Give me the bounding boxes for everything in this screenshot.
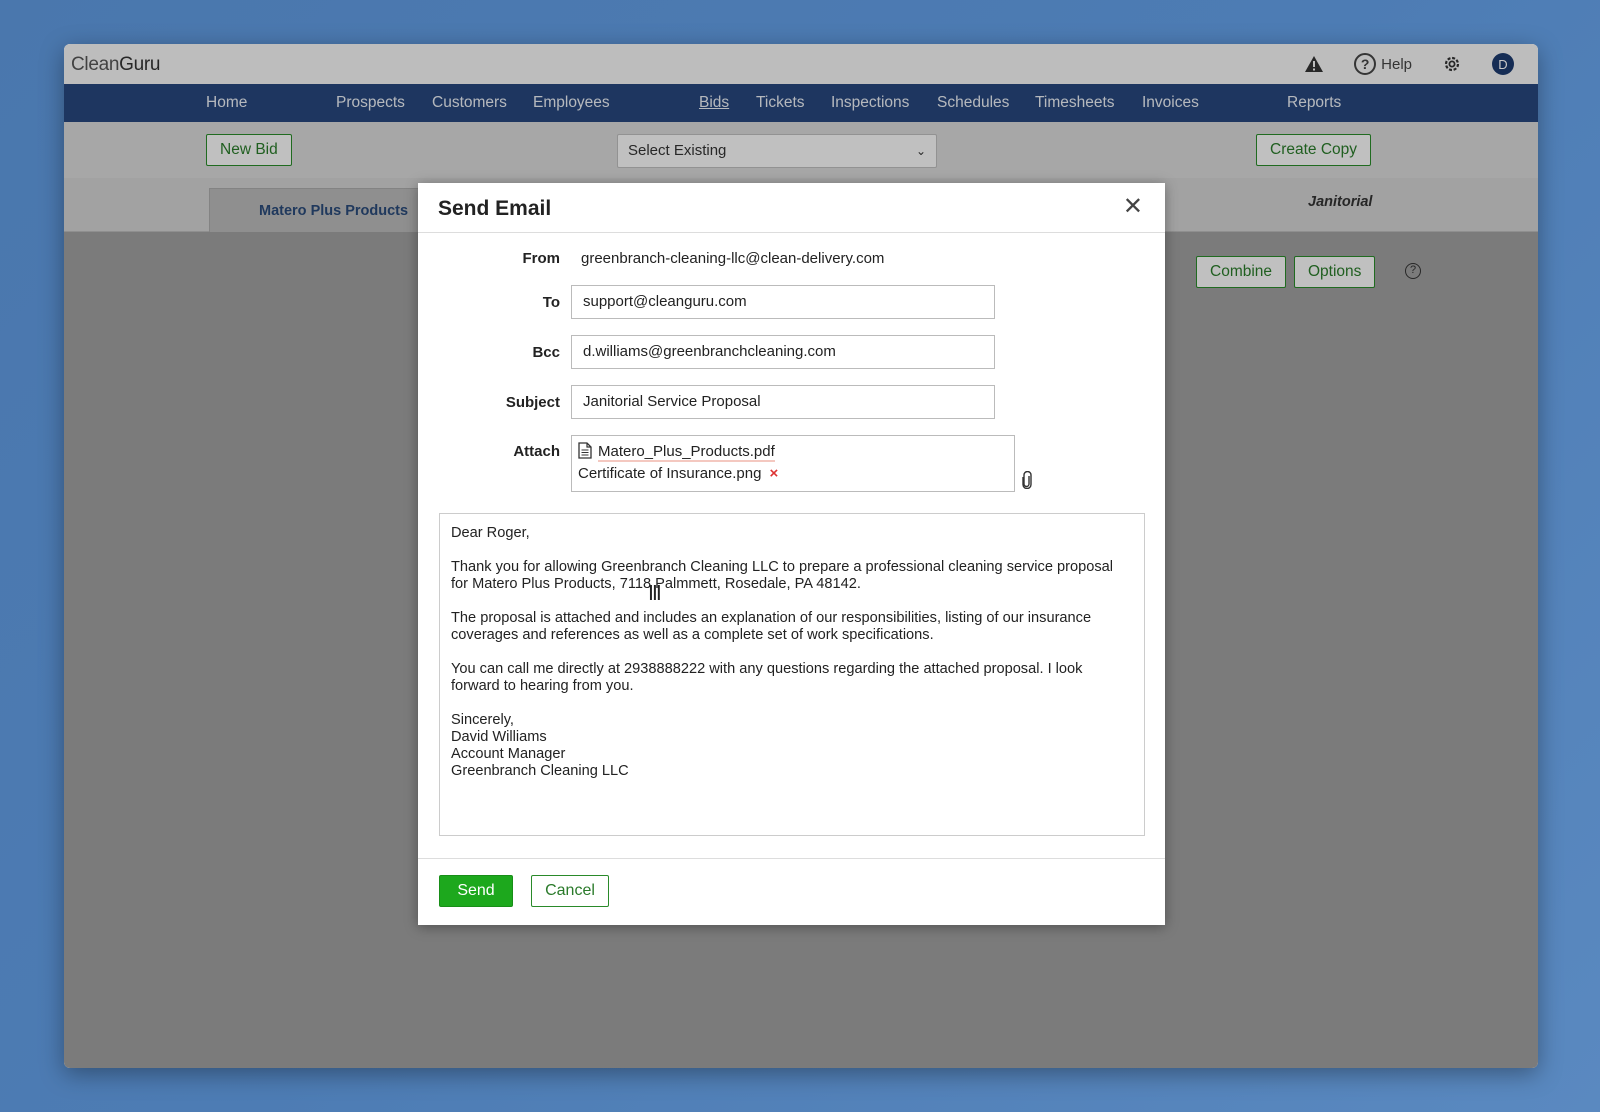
nav-tickets[interactable]: Tickets (756, 94, 805, 112)
bid-toolbar: New Bid Select Existing ⌄ Create Copy (64, 122, 1538, 178)
top-right-controls: ? Help D (1304, 44, 1514, 84)
combine-button[interactable]: Combine (1196, 256, 1287, 288)
tab-matero-plus-products[interactable]: Matero Plus Products (209, 188, 424, 232)
select-existing-dropdown[interactable]: Select Existing ⌄ (617, 134, 937, 168)
help-icon: ? (1354, 53, 1377, 75)
warning-icon[interactable] (1304, 55, 1324, 73)
nav-prospects[interactable]: Prospects (336, 94, 405, 112)
body-paragraph-2: The proposal is attached and includes an… (451, 610, 1092, 643)
signature-line: Account Manager (451, 746, 566, 762)
attachment-name-png: Certificate of Insurance.png (578, 465, 762, 482)
chevron-down-icon: ⌄ (915, 144, 926, 158)
dialog-title: Send Email (438, 197, 552, 220)
from-label: From (522, 250, 561, 267)
body-paragraph-1: Thank you for allowing Greenbranch Clean… (451, 559, 1113, 592)
new-bid-button[interactable]: New Bid (206, 134, 292, 166)
send-button[interactable]: Send (439, 875, 513, 907)
signature-line: Sincerely, (451, 712, 514, 728)
create-copy-button[interactable]: Create Copy (1256, 134, 1372, 166)
nav-timesheets[interactable]: Timesheets (1035, 94, 1115, 112)
nav-home[interactable]: Home (206, 94, 247, 112)
signature-line: David Williams (451, 729, 547, 745)
top-bar: CleanGuru ? Help D (64, 44, 1538, 84)
email-body-editor[interactable]: Dear Roger, Thank you for allowing Green… (439, 513, 1145, 836)
file-icon (578, 442, 592, 463)
select-existing-value: Select Existing (628, 142, 727, 159)
main-nav: Home Prospects Customers Employees Bids … (64, 84, 1538, 122)
body-greeting: Dear Roger, (451, 525, 530, 541)
body-paragraph-3: You can call me directly at 2938888222 w… (451, 661, 1083, 694)
question-icon[interactable]: ? (1405, 263, 1421, 279)
signature-line: Greenbranch Cleaning LLC (451, 763, 629, 779)
nav-schedules[interactable]: Schedules (937, 94, 1009, 112)
subject-label: Subject (505, 394, 560, 411)
dialog-footer: Send Cancel (418, 858, 1165, 925)
to-field[interactable]: support@cleanguru.com (571, 285, 995, 319)
attachment-item[interactable]: Certificate of Insurance.png × (578, 465, 778, 482)
attach-label: Attach (513, 443, 560, 460)
from-value: greenbranch-cleaning-llc@clean-delivery.… (581, 250, 885, 267)
nav-inspections[interactable]: Inspections (831, 94, 909, 112)
gear-icon[interactable] (1442, 54, 1462, 74)
to-label: To (542, 294, 560, 311)
attachment-name-pdf: Matero_Plus_Products.pdf (598, 443, 775, 462)
avatar[interactable]: D (1492, 53, 1514, 75)
close-icon[interactable]: ✕ (1123, 195, 1143, 219)
send-email-dialog: Send Email ✕ From greenbranch-cleaning-l… (418, 183, 1165, 925)
subject-field[interactable]: Janitorial Service Proposal (571, 385, 995, 419)
help-button[interactable]: ? Help (1354, 53, 1412, 75)
text-cursor-icon: Ⅲ (648, 583, 662, 605)
cancel-button[interactable]: Cancel (531, 875, 609, 907)
service-type-label: Janitorial (1308, 194, 1373, 210)
nav-bids[interactable]: Bids (699, 94, 729, 112)
dialog-header: Send Email ✕ (418, 183, 1165, 233)
help-label: Help (1381, 55, 1412, 73)
remove-icon[interactable]: × (769, 465, 778, 482)
logo[interactable]: CleanGuru (71, 54, 161, 76)
options-button[interactable]: Options (1294, 256, 1376, 288)
logo-text-guru: Guru (119, 54, 161, 75)
nav-customers[interactable]: Customers (432, 94, 507, 112)
logo-text-clean: Clean (71, 54, 120, 75)
bcc-field[interactable]: d.williams@greenbranchcleaning.com (571, 335, 995, 369)
attachment-item[interactable]: Matero_Plus_Products.pdf (578, 442, 775, 463)
bcc-label: Bcc (532, 344, 560, 361)
attachments-box[interactable]: Matero_Plus_Products.pdf Certificate of … (571, 435, 1015, 492)
nav-invoices[interactable]: Invoices (1142, 94, 1199, 112)
paperclip-icon[interactable] (1021, 470, 1033, 494)
nav-reports[interactable]: Reports (1287, 94, 1341, 112)
nav-employees[interactable]: Employees (533, 94, 610, 112)
body-signature: Sincerely, David Williams Account Manage… (451, 712, 1133, 780)
